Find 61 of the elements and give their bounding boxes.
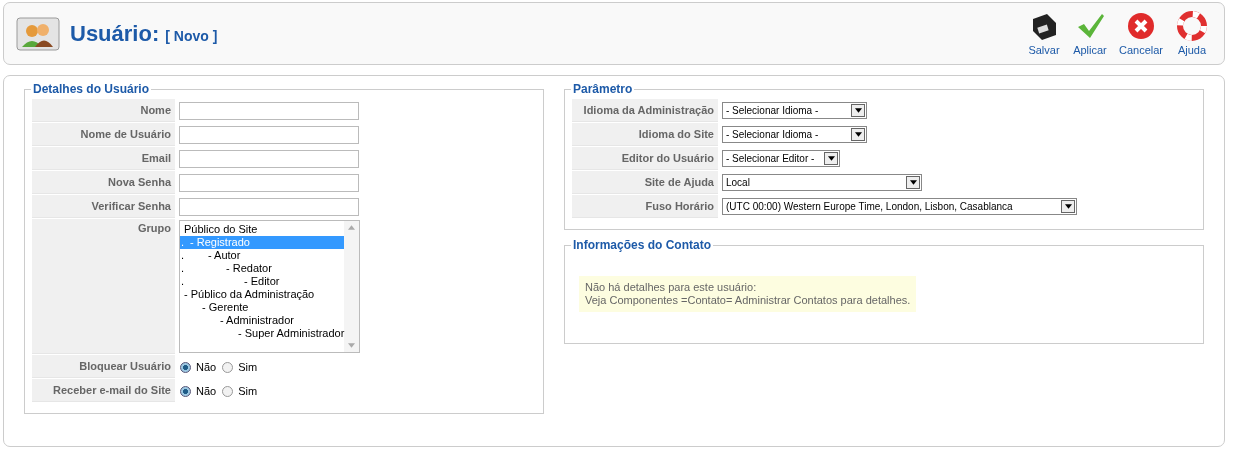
radio-button[interactable] [222,385,234,397]
dropdown[interactable]: - Selecionar Idioma - [722,126,867,143]
field-label: Idioma do Site [638,128,714,140]
list-option[interactable]: - Administrador [180,314,345,327]
field-label: Nome de Usuário [80,128,171,140]
users-icon [16,16,60,51]
input-field[interactable] [179,125,359,144]
section-title: Parâmetro [572,82,634,96]
radio-button[interactable] [180,361,191,373]
lifebuoy-icon [1177,11,1207,41]
dropdown[interactable]: - Selecionar Editor - [722,150,840,167]
list-option[interactable]: . - Redator [180,262,345,275]
save-button[interactable]: Salvar [1021,11,1066,56]
scroll-down-icon[interactable] [348,343,356,348]
field-label: Fuso Horário [645,200,714,212]
field-label: Receber e-mail do Site [53,384,171,396]
group-list[interactable]: Público do Site . - Registrado . - Autor . - Redator . - Editor - Público da Administração - Gerente - Administrador - Super Administrador [179,220,360,353]
field-label: Site de Ajuda [644,176,714,188]
field-label: Grupo [138,222,171,234]
field-label: Bloquear Usuário [79,360,171,372]
section-title: Informações do Contato [572,238,712,252]
field-label: Nova Senha [108,176,171,188]
dropdown-arrow-icon [1064,204,1072,209]
apply-button[interactable]: Aplicar [1067,11,1112,56]
radio-button[interactable] [180,385,191,397]
list-option[interactable]: - Gerente [180,301,345,314]
field-label: Email [141,152,171,164]
dropdown[interactable]: (UTC 00:00) Western Europe Time, London, Lisbon, Casablanca [722,198,1077,215]
help-button[interactable]: Ajuda [1170,11,1214,56]
radio-label: Não [196,385,217,398]
input-field[interactable] [179,101,359,120]
field-label: Editor do Usuário [621,152,714,164]
list-option[interactable]: - Público da Administração [180,288,345,301]
list-option[interactable]: . - Editor [180,275,345,288]
field-label: Idioma da Administração [583,104,714,116]
page-title: Usuário: [70,20,160,47]
list-option[interactable]: Público do Site [180,223,345,236]
section-title: Detalhes do Usuário [32,82,151,96]
cancel-button[interactable]: Cancelar [1113,11,1168,56]
info-note: Não há detalhes para este usuário: Veja Componentes =Contato= Administrar Contatos para detalhes. [579,276,917,312]
dropdown-arrow-icon [909,180,917,185]
input-field[interactable] [179,149,359,168]
radio-button[interactable] [222,361,234,373]
input-field[interactable] [179,197,359,216]
radio-label: Não [196,361,217,374]
radio-label: Sim [238,385,258,398]
list-option[interactable]: - Super Administrador [180,327,345,340]
field-label: Verificar Senha [91,200,171,212]
dropdown[interactable]: Local [722,174,922,191]
radio-label: Sim [238,361,258,374]
dropdown-arrow-icon [854,108,862,113]
list-option[interactable]: . - Autor [180,249,345,262]
close-icon [1126,11,1156,41]
dropdown-arrow-icon [854,132,862,137]
scrollbar[interactable] [344,221,359,352]
page-subtitle: [ Novo ] [165,28,218,44]
field-label: Nome [140,104,171,116]
input-field[interactable] [179,173,359,192]
dropdown-arrow-icon [827,156,835,161]
dropdown[interactable]: - Selecionar Idioma - [722,102,867,119]
scroll-up-icon[interactable] [348,225,356,230]
